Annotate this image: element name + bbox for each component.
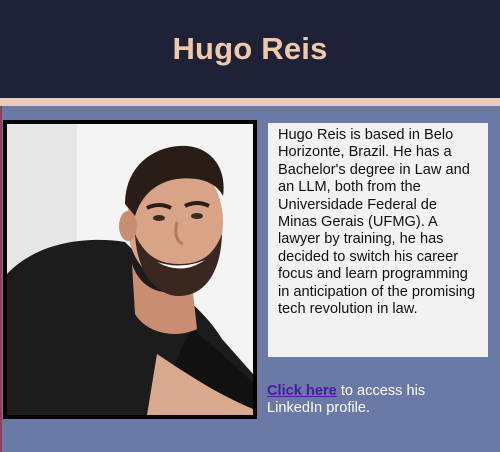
page-header: Hugo Reis bbox=[0, 0, 500, 98]
linkedin-link-row: Click here to access his LinkedIn profil… bbox=[267, 383, 482, 418]
header-divider bbox=[0, 98, 500, 106]
page-title: Hugo Reis bbox=[172, 31, 328, 66]
left-edge-line bbox=[0, 106, 2, 452]
profile-photo-illustration bbox=[7, 124, 253, 415]
profile-photo bbox=[3, 120, 257, 419]
bio-box: Hugo Reis is based in Belo Horizonte, Br… bbox=[268, 123, 488, 357]
bio-text: Hugo Reis is based in Belo Horizonte, Br… bbox=[278, 127, 476, 318]
linkedin-link[interactable]: Click here bbox=[267, 383, 337, 399]
